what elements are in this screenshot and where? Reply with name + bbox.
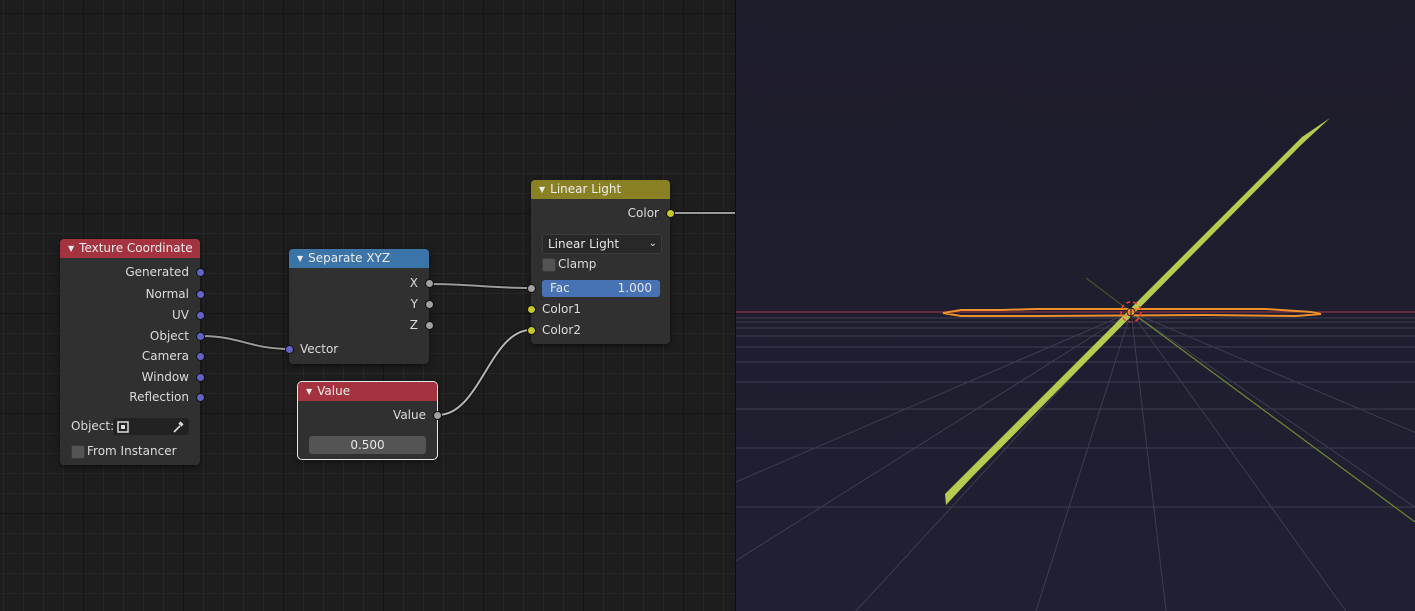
socket-x[interactable] — [425, 279, 434, 288]
socket-generated[interactable] — [196, 268, 205, 277]
node-title: Texture Coordinate — [79, 241, 193, 255]
blend-mode-value: Linear Light — [548, 237, 620, 251]
output-object: Object — [149, 329, 189, 343]
linear-light-header[interactable]: ▼ Linear Light — [531, 180, 670, 199]
object-icon — [117, 421, 129, 433]
output-uv: UV — [172, 308, 189, 322]
node-title: Linear Light — [550, 182, 622, 196]
output-normal: Normal — [145, 287, 189, 301]
from-instancer-label: From Instancer — [87, 444, 177, 458]
socket-color2[interactable] — [527, 326, 536, 335]
socket-window[interactable] — [196, 373, 205, 382]
output-camera: Camera — [141, 349, 189, 363]
collapse-icon[interactable]: ▼ — [539, 185, 545, 194]
output-value: Value — [393, 408, 426, 422]
fac-slider[interactable]: Fac 1.000 — [542, 280, 660, 297]
viewport-scene — [736, 0, 1415, 611]
collapse-icon[interactable]: ▼ — [68, 244, 74, 253]
fac-value: 1.000 — [617, 281, 652, 295]
value-node[interactable]: ▼ Value Value 0.500 — [297, 381, 442, 460]
output-x: X — [409, 276, 418, 290]
socket-y[interactable] — [425, 300, 434, 309]
fac-label: Fac — [550, 281, 570, 295]
output-generated: Generated — [125, 265, 189, 279]
socket-uv[interactable] — [196, 311, 205, 320]
collapse-icon[interactable]: ▼ — [297, 254, 303, 263]
output-z: Z — [409, 318, 418, 332]
socket-color-out[interactable] — [666, 209, 675, 218]
input-color2: Color2 — [542, 323, 581, 337]
node-title: Value — [317, 384, 351, 398]
input-vector: Vector — [300, 342, 339, 356]
socket-value[interactable] — [433, 411, 442, 420]
separate-xyz-node[interactable]: ▼ Separate XYZ X Y Z Vector — [285, 249, 434, 364]
texture-coordinate-header[interactable]: ▼ Texture Coordinate — [60, 239, 200, 258]
separate-xyz-header[interactable]: ▼ Separate XYZ — [289, 249, 429, 268]
clamp-label: Clamp — [558, 257, 597, 271]
output-color: Color — [627, 206, 659, 220]
object-field[interactable] — [113, 418, 189, 435]
value-header[interactable]: ▼ Value — [298, 382, 437, 401]
object-label: Object: — [71, 419, 115, 433]
socket-vector[interactable] — [285, 345, 294, 354]
output-reflection: Reflection — [129, 390, 189, 404]
clamp-checkbox[interactable] — [542, 258, 556, 272]
socket-fac[interactable] — [527, 284, 536, 293]
socket-object[interactable] — [196, 332, 205, 341]
output-y: Y — [410, 297, 418, 311]
socket-reflection[interactable] — [196, 393, 205, 402]
value-field[interactable]: 0.500 — [309, 436, 426, 454]
eyedropper-icon[interactable] — [171, 420, 185, 434]
from-instancer-checkbox[interactable] — [71, 445, 85, 459]
texture-coordinate-node[interactable]: ▼ Texture Coordinate Generated Normal UV … — [60, 239, 205, 465]
collapse-icon[interactable]: ▼ — [306, 387, 312, 396]
socket-z[interactable] — [425, 321, 434, 330]
socket-camera[interactable] — [196, 352, 205, 361]
output-window: Window — [141, 370, 189, 384]
chevron-down-icon: ⌄ — [648, 238, 657, 249]
linear-light-node[interactable]: ▼ Linear Light Color Linear Light ⌄ Clamp… — [527, 180, 675, 344]
socket-color1[interactable] — [527, 305, 536, 314]
node-editor[interactable]: ▼ Texture Coordinate Generated Normal UV … — [0, 0, 735, 611]
input-color1: Color1 — [542, 302, 581, 316]
blend-mode-dropdown[interactable]: Linear Light ⌄ — [542, 234, 662, 254]
node-title: Separate XYZ — [308, 251, 391, 265]
socket-normal[interactable] — [196, 290, 205, 299]
3d-viewport[interactable] — [736, 0, 1415, 611]
